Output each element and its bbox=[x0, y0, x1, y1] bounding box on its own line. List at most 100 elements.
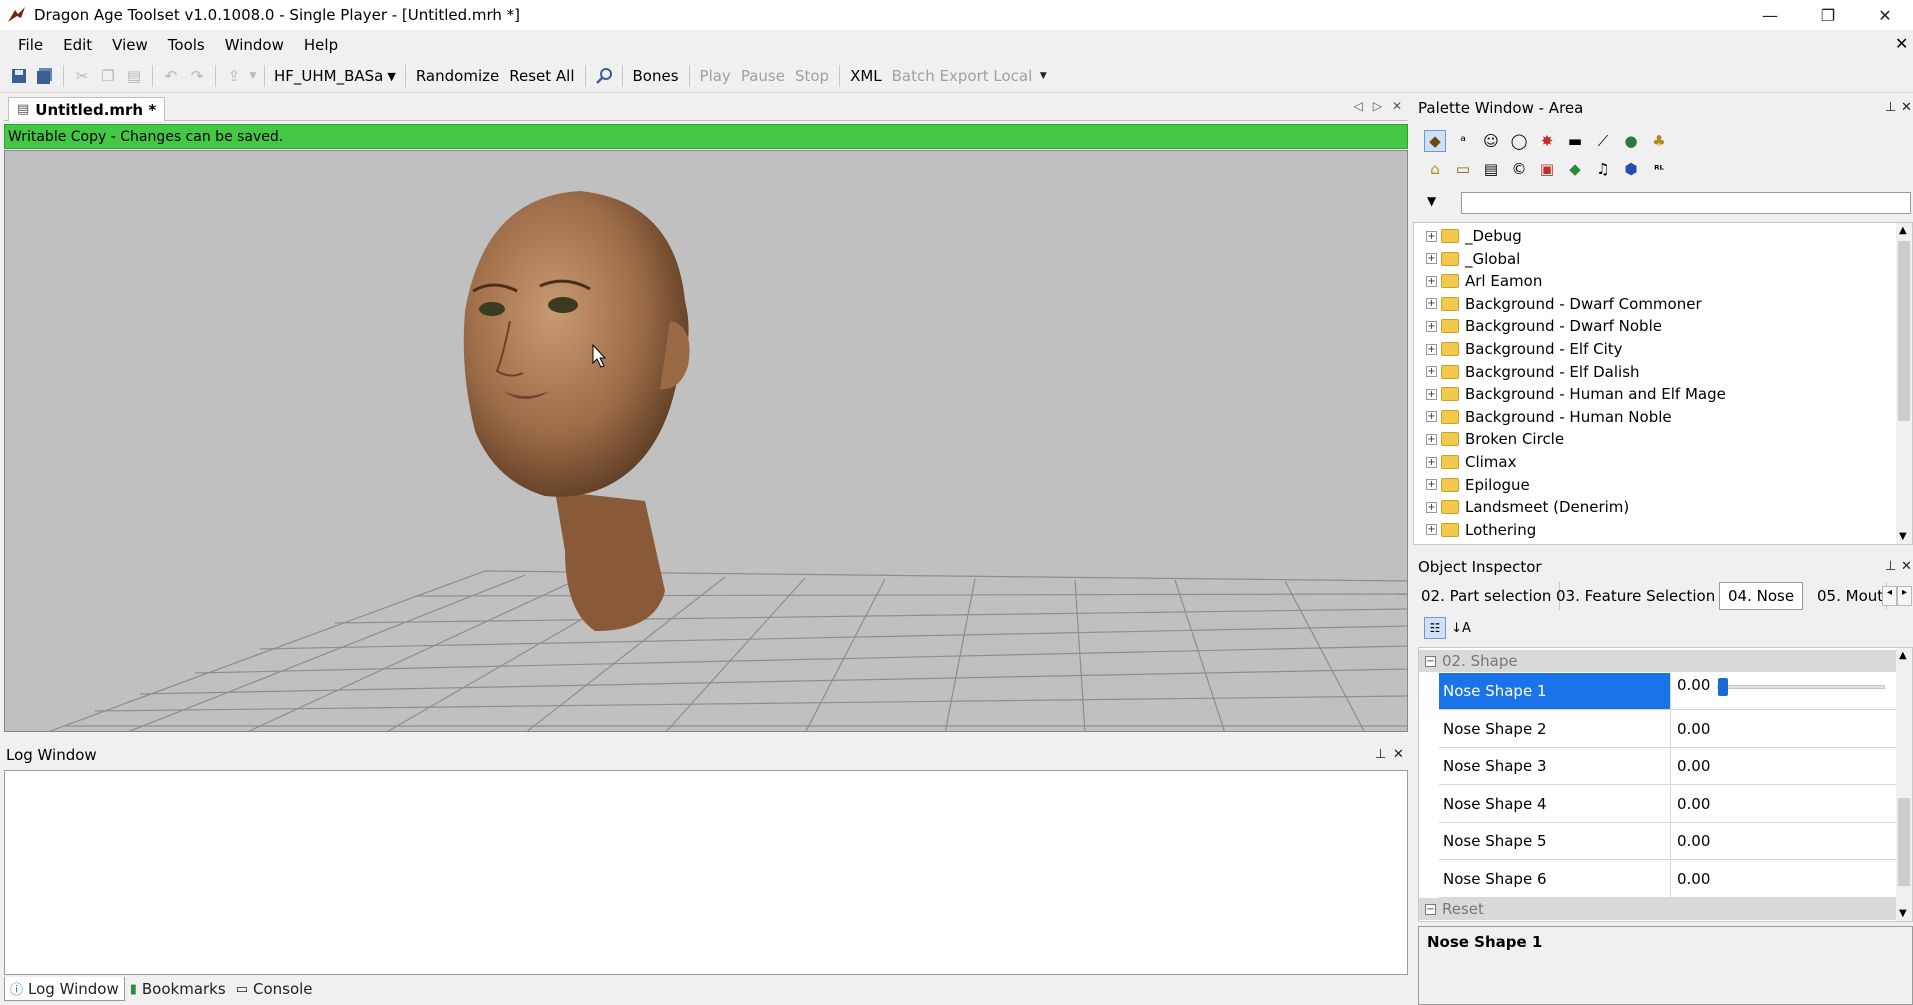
pin-icon[interactable]: ⊥ bbox=[1375, 747, 1386, 762]
property-row[interactable]: Nose Shape 2 0.00 bbox=[1439, 710, 1897, 748]
log-window-body[interactable] bbox=[4, 770, 1408, 975]
paste-icon[interactable]: ▤ bbox=[121, 63, 147, 89]
export-dropdown-icon[interactable]: ▼ bbox=[247, 63, 259, 89]
dialog-icon[interactable]: ◯ bbox=[1508, 130, 1530, 152]
tree-item[interactable]: + _Debug bbox=[1426, 225, 1522, 247]
stop-button[interactable]: Stop bbox=[790, 67, 834, 85]
clapper-icon[interactable]: ▬ bbox=[1564, 130, 1586, 152]
category-shape[interactable]: − 02. Shape bbox=[1419, 650, 1897, 672]
trap-icon[interactable]: ✸ bbox=[1536, 130, 1558, 152]
scroll-thumb[interactable] bbox=[1898, 798, 1910, 886]
tree-item[interactable]: + Background - Dwarf Commoner bbox=[1426, 293, 1702, 315]
tab-feature-selection[interactable]: 03. Feature Selection bbox=[1548, 582, 1725, 610]
filter-dropdown-icon[interactable]: ▼ bbox=[1427, 194, 1436, 208]
pin-icon[interactable]: ⊥ bbox=[1885, 100, 1896, 115]
palette-scrollbar[interactable]: ▲ ▼ bbox=[1896, 223, 1912, 544]
expand-icon[interactable]: + bbox=[1426, 433, 1437, 445]
magnifier-icon[interactable] bbox=[591, 63, 617, 89]
play-button[interactable]: Play bbox=[695, 67, 736, 85]
waypoint-icon[interactable]: ᵃ bbox=[1452, 130, 1474, 152]
copy-icon[interactable]: ❐ bbox=[95, 63, 121, 89]
tab-nose[interactable]: 04. Nose bbox=[1719, 582, 1804, 610]
expand-icon[interactable]: + bbox=[1426, 456, 1437, 468]
expand-icon[interactable]: + bbox=[1426, 501, 1437, 513]
redo-icon[interactable]: ↷ bbox=[184, 63, 210, 89]
close-document-icon[interactable]: ✕ bbox=[1392, 99, 1402, 113]
collapse-icon[interactable]: − bbox=[1425, 655, 1436, 667]
expand-icon[interactable]: + bbox=[1426, 320, 1437, 332]
close-icon[interactable]: ✕ bbox=[1901, 100, 1912, 115]
property-row[interactable]: Nose Shape 6 0.00 bbox=[1439, 860, 1897, 898]
bones-button[interactable]: Bones bbox=[628, 67, 684, 85]
overflow-dropdown-icon[interactable]: ▼ bbox=[1037, 63, 1049, 89]
document-tab[interactable]: ▤ Untitled.mrh * bbox=[8, 97, 166, 121]
area-icon[interactable]: ◆ bbox=[1424, 130, 1446, 152]
reset-all-button[interactable]: Reset All bbox=[504, 67, 579, 85]
wand-icon[interactable]: ⟋ bbox=[1592, 130, 1614, 152]
cut-icon[interactable]: ✂ bbox=[69, 63, 95, 89]
mdi-close-icon[interactable]: ✕ bbox=[1895, 34, 1908, 53]
pin-icon[interactable]: ⊥ bbox=[1885, 559, 1896, 574]
scroll-right-icon[interactable]: ▷ bbox=[1373, 99, 1382, 113]
string-table-icon[interactable]: ᴿᴸ bbox=[1648, 158, 1670, 180]
tree-item[interactable]: + Background - Human and Elf Mage bbox=[1426, 383, 1726, 405]
categorized-icon[interactable]: ☷ bbox=[1424, 617, 1446, 639]
cube-icon[interactable]: ⬢ bbox=[1620, 158, 1642, 180]
expand-icon[interactable]: + bbox=[1426, 388, 1437, 400]
tree-item[interactable]: + Arl Eamon bbox=[1426, 270, 1542, 292]
expand-icon[interactable]: + bbox=[1426, 524, 1437, 536]
menu-help[interactable]: Help bbox=[294, 36, 348, 54]
tab-bookmarks[interactable]: ▮ Bookmarks bbox=[125, 977, 231, 1001]
tree-item[interactable]: + Background - Elf City bbox=[1426, 338, 1623, 360]
tree-item[interactable]: + Landsmeet (Denerim) bbox=[1426, 496, 1629, 518]
chest-icon[interactable]: ▭ bbox=[1452, 158, 1474, 180]
tree-item[interactable]: + Lothering bbox=[1426, 519, 1536, 541]
expand-icon[interactable]: + bbox=[1426, 230, 1437, 242]
property-value[interactable]: 0.00 bbox=[1671, 861, 1897, 897]
property-value[interactable]: 0.00 bbox=[1671, 823, 1897, 859]
tree-item[interactable]: + Epilogue bbox=[1426, 474, 1530, 496]
expand-icon[interactable]: + bbox=[1426, 366, 1437, 378]
property-row[interactable]: Nose Shape 3 0.00 bbox=[1439, 748, 1897, 785]
menu-tools[interactable]: Tools bbox=[158, 36, 215, 54]
palette-search-input[interactable] bbox=[1461, 192, 1911, 214]
creature-icon[interactable]: ☺ bbox=[1480, 130, 1502, 152]
tree-item[interactable]: + Background - Elf Dalish bbox=[1426, 361, 1640, 383]
nose-shape-slider[interactable] bbox=[1717, 678, 1885, 696]
scroll-left-icon[interactable]: ◂ bbox=[1882, 586, 1897, 606]
expand-icon[interactable]: + bbox=[1426, 411, 1437, 423]
export-icon[interactable]: ⇪ bbox=[221, 63, 247, 89]
expand-icon[interactable]: + bbox=[1426, 253, 1437, 265]
menu-file[interactable]: File bbox=[8, 36, 53, 54]
tree-item[interactable]: + Climax bbox=[1426, 451, 1517, 473]
restore-button[interactable]: ❐ bbox=[1800, 0, 1856, 30]
property-value[interactable]: 0.00 bbox=[1671, 711, 1897, 747]
property-grid-scrollbar[interactable]: ▲ ▼ bbox=[1896, 648, 1912, 921]
randomize-button[interactable]: Randomize bbox=[411, 67, 504, 85]
property-value[interactable]: 0.00 bbox=[1671, 786, 1897, 822]
expand-icon[interactable]: + bbox=[1426, 275, 1437, 287]
save-all-icon[interactable] bbox=[32, 63, 58, 89]
undo-icon[interactable]: ↶ bbox=[158, 63, 184, 89]
expand-icon[interactable]: + bbox=[1426, 298, 1437, 310]
property-value[interactable]: 0.00 bbox=[1671, 673, 1897, 709]
save-icon[interactable] bbox=[6, 63, 32, 89]
sort-alpha-icon[interactable]: ↓A bbox=[1450, 617, 1472, 639]
scroll-down-icon[interactable]: ▼ bbox=[1899, 908, 1907, 919]
scroll-down-icon[interactable]: ▼ bbox=[1899, 531, 1907, 542]
music-icon[interactable]: ♫ bbox=[1592, 158, 1614, 180]
tab-log-window[interactable]: ⓘ Log Window bbox=[4, 977, 125, 1001]
document-icon[interactable]: ▤ bbox=[1480, 158, 1502, 180]
model-combo[interactable]: HF_UHM_BASa ▼ bbox=[274, 64, 396, 88]
diamond-icon[interactable]: ◆ bbox=[1564, 158, 1586, 180]
expand-icon[interactable]: + bbox=[1426, 479, 1437, 491]
menu-edit[interactable]: Edit bbox=[53, 36, 102, 54]
tree-item[interactable]: + Background - Dwarf Noble bbox=[1426, 315, 1662, 337]
scroll-right-icon[interactable]: ▸ bbox=[1897, 586, 1912, 606]
scroll-left-icon[interactable]: ◁ bbox=[1353, 99, 1362, 113]
property-row[interactable]: Nose Shape 1 0.00 bbox=[1439, 673, 1897, 710]
store-icon[interactable]: ⌂ bbox=[1424, 158, 1446, 180]
scroll-thumb[interactable] bbox=[1898, 241, 1910, 421]
category-reset[interactable]: − Reset bbox=[1419, 898, 1897, 920]
menu-view[interactable]: View bbox=[102, 36, 158, 54]
